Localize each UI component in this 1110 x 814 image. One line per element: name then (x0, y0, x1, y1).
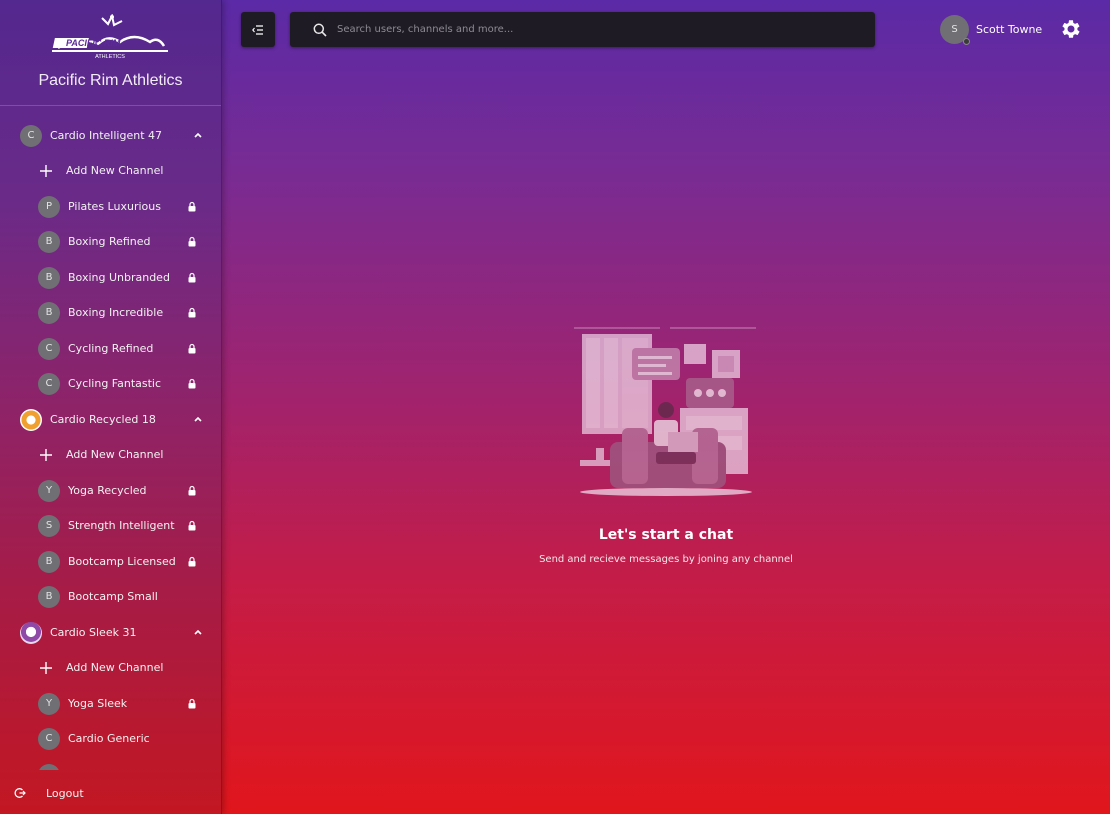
channel-avatar: S (38, 514, 60, 537)
channel-cycling-fantastic[interactable]: C Cycling Fantastic (0, 366, 221, 401)
channel-label: Boxing Refined (68, 235, 151, 248)
channel-avatar: B (38, 230, 60, 253)
logout-icon (14, 788, 26, 798)
logo-text: PACIFIC RIM (66, 38, 121, 48)
pacific-rim-logo: PACIFIC RIM ATHLETICS (52, 14, 168, 60)
lock-icon (188, 485, 196, 496)
channel-label: Cardio Generic (68, 732, 150, 745)
lock-icon (188, 556, 196, 567)
lock-icon (188, 236, 196, 247)
group-label: Cardio Recycled 18 (50, 413, 156, 426)
status-indicator (963, 37, 970, 45)
channel-label: Cycling Fantastic (68, 377, 162, 390)
logo-subtext: ATHLETICS (95, 54, 125, 60)
channel-avatar: C (38, 727, 60, 750)
lock-icon (188, 201, 196, 212)
channel-avatar: C (38, 337, 60, 360)
sidebar: PACIFIC RIM ATHLETICS Pacific Rim Athlet… (0, 0, 222, 814)
lock-icon (188, 378, 196, 389)
search-input[interactable] (337, 24, 857, 35)
channel-avatar: P (38, 195, 60, 218)
lock-icon (188, 698, 196, 709)
add-new-channel-button[interactable]: Add New Channel (0, 153, 221, 188)
logout-button[interactable]: Logout (0, 778, 221, 808)
plus-icon (40, 164, 52, 177)
user-menu[interactable]: S Scott Towne (940, 14, 1043, 45)
channel-label: Pilates Luxurious (68, 200, 161, 213)
channel-label: Strength Intelligent (68, 519, 175, 532)
search-icon (313, 23, 327, 37)
group-avatar: C (20, 124, 42, 147)
menu-collapse-icon (252, 24, 263, 35)
channel-avatar: B (38, 550, 60, 573)
channel-boxing-refined[interactable]: B Boxing Refined (0, 224, 221, 259)
add-channel-label: Add New Channel (66, 661, 164, 674)
channel-label: Yoga Sleek (68, 697, 128, 710)
add-channel-label: Add New Channel (66, 448, 164, 461)
channel-cycling-refined[interactable]: C Cycling Refined (0, 331, 221, 366)
plus-icon (40, 448, 52, 461)
channel-list[interactable]: C Cardio Intelligent 47 Add New Channel … (0, 118, 221, 770)
chat-illustration (574, 327, 756, 496)
channel-strength-intelligent[interactable]: S Strength Intelligent (0, 508, 221, 543)
channel-bootcamp-small[interactable]: B Bootcamp Small (0, 579, 221, 614)
group-cardio-sleek-31[interactable]: Cardio Sleek 31 (0, 615, 221, 650)
channel-boxing-unbranded[interactable]: B Boxing Unbranded (0, 260, 221, 295)
lock-icon (188, 343, 196, 354)
channel-label: Boxing Incredible (68, 306, 164, 319)
logout-label: Logout (46, 786, 84, 800)
channel-label: Cycling Refined (68, 342, 154, 355)
add-new-channel-button[interactable]: Add New Channel (0, 650, 221, 685)
channel-boxing-incredible[interactable]: B Boxing Incredible (0, 295, 221, 330)
lock-icon (188, 520, 196, 531)
plus-icon (40, 661, 52, 674)
add-channel-label: Add New Channel (66, 164, 164, 177)
channel-label: Bootcamp Licensed (68, 555, 176, 568)
channel-label: Bootcamp Small (68, 590, 158, 603)
group-avatar-image (20, 621, 42, 644)
chevron-up-icon[interactable] (193, 130, 203, 140)
channel-yoga-sleek[interactable]: Y Yoga Sleek (0, 686, 221, 721)
avatar[interactable]: S (940, 14, 970, 45)
search-bar[interactable] (290, 12, 875, 47)
channel-avatar: B (38, 301, 60, 324)
channel-avatar: B (38, 266, 60, 289)
empty-state-title: Let's start a chat (598, 527, 734, 543)
channel-cardio-generic[interactable]: C Cardio Generic (0, 721, 221, 756)
add-new-channel-button[interactable]: Add New Channel (0, 437, 221, 472)
channel-avatar: Y (38, 479, 60, 502)
channel-yoga-recycled[interactable]: Y Yoga Recycled (0, 473, 221, 508)
gear-icon[interactable] (1058, 17, 1082, 41)
empty-state-subtitle: Send and recieve messages by joning any … (539, 554, 793, 565)
channel-avatar (38, 763, 60, 770)
channel-label: Boxing Unbranded (68, 271, 170, 284)
menu-toggle-button[interactable] (241, 12, 275, 47)
user-name: Scott Towne (976, 22, 1043, 36)
channel-avatar: C (38, 372, 60, 395)
channel-partial (0, 757, 221, 770)
group-cardio-intelligent-47[interactable]: C Cardio Intelligent 47 (0, 118, 221, 153)
channel-label: Yoga Recycled (68, 484, 147, 497)
channel-bootcamp-licensed[interactable]: B Bootcamp Licensed (0, 544, 221, 579)
group-cardio-recycled-18[interactable]: Cardio Recycled 18 (0, 402, 221, 437)
chevron-up-icon[interactable] (193, 627, 203, 637)
channel-pilates-luxurious[interactable]: P Pilates Luxurious (0, 189, 221, 224)
brand-name: Pacific Rim Athletics (38, 72, 183, 89)
group-label: Cardio Intelligent 47 (50, 129, 163, 142)
channel-avatar: Y (38, 692, 60, 715)
lock-icon (188, 307, 196, 318)
channel-avatar: B (38, 585, 60, 608)
group-avatar-image (20, 408, 42, 431)
chevron-up-icon[interactable] (193, 414, 203, 424)
group-label: Cardio Sleek 31 (50, 626, 137, 639)
brand-header: PACIFIC RIM ATHLETICS Pacific Rim Athlet… (0, 0, 221, 106)
avatar-initial: S (951, 23, 958, 35)
lock-icon (188, 272, 196, 283)
